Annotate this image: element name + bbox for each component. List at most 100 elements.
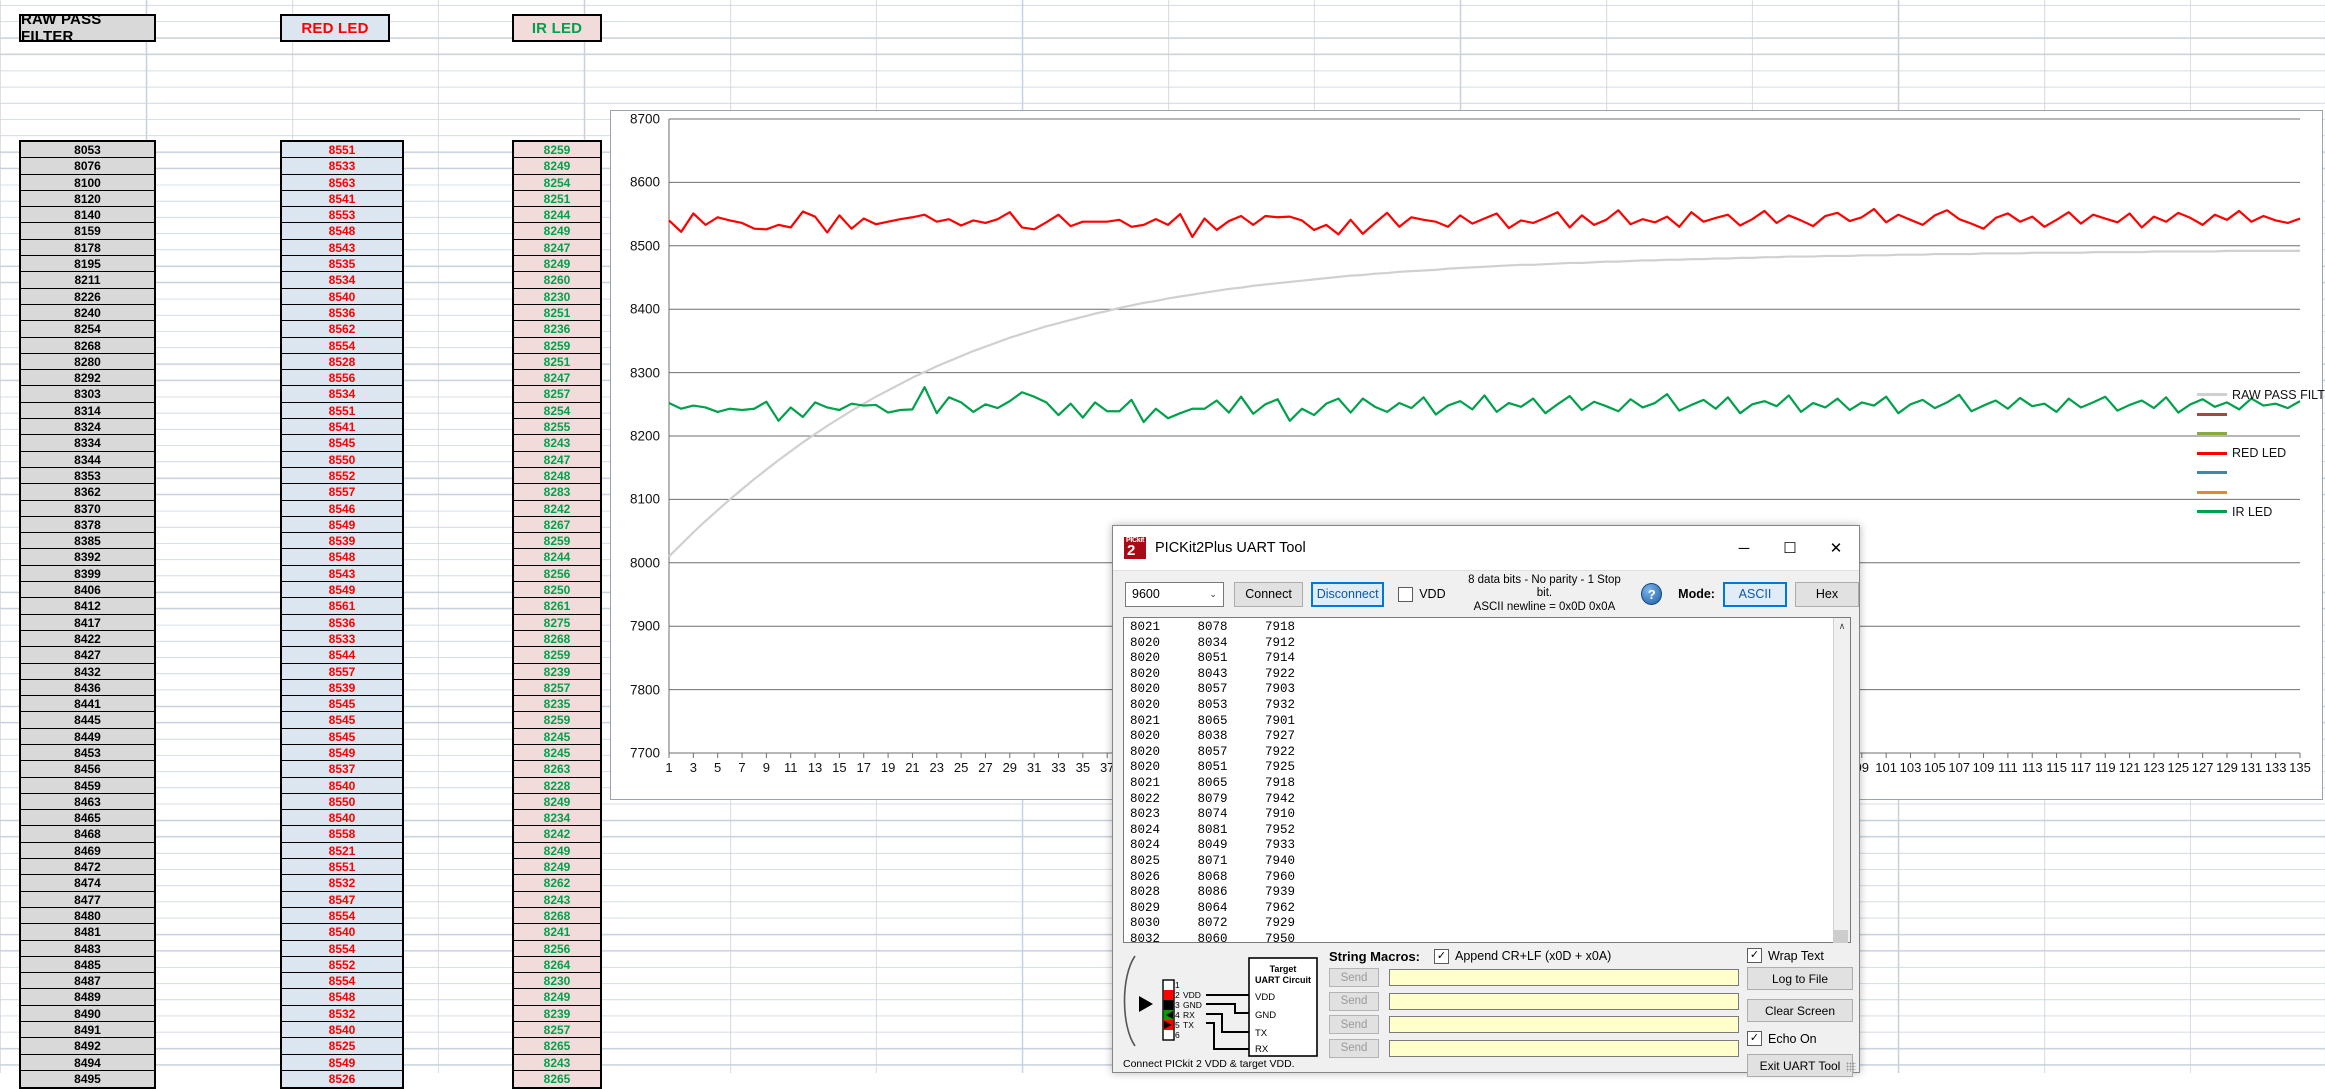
cell-red-led[interactable]: 8551	[282, 142, 402, 158]
cell-ir-led[interactable]: 8259	[514, 338, 600, 354]
cell-red-led[interactable]: 8546	[282, 501, 402, 517]
cell-red-led[interactable]: 8545	[282, 696, 402, 712]
cell-red-led[interactable]: 8547	[282, 892, 402, 908]
cell-red-led[interactable]: 8528	[282, 354, 402, 370]
cell-raw-pass-filter[interactable]: 8436	[21, 680, 154, 696]
cell-raw-pass-filter[interactable]: 8254	[21, 321, 154, 337]
cell-ir-led[interactable]: 8248	[514, 468, 600, 484]
cell-raw-pass-filter[interactable]: 8483	[21, 941, 154, 957]
cell-ir-led[interactable]: 8283	[514, 484, 600, 500]
cell-raw-pass-filter[interactable]: 8474	[21, 875, 154, 891]
cell-raw-pass-filter[interactable]: 8240	[21, 305, 154, 321]
cell-red-led[interactable]: 8539	[282, 533, 402, 549]
cell-raw-pass-filter[interactable]: 8432	[21, 664, 154, 680]
cell-raw-pass-filter[interactable]: 8292	[21, 370, 154, 386]
cell-raw-pass-filter[interactable]: 8463	[21, 794, 154, 810]
cell-red-led[interactable]: 8561	[282, 598, 402, 614]
cell-raw-pass-filter[interactable]: 8417	[21, 615, 154, 631]
cell-ir-led[interactable]: 8256	[514, 941, 600, 957]
cell-ir-led[interactable]: 8249	[514, 158, 600, 174]
cell-raw-pass-filter[interactable]: 8480	[21, 908, 154, 924]
cell-raw-pass-filter[interactable]: 8195	[21, 256, 154, 272]
close-icon[interactable]: ✕	[1813, 526, 1859, 570]
cell-ir-led[interactable]: 8249	[514, 794, 600, 810]
cell-ir-led[interactable]: 8228	[514, 778, 600, 794]
cell-raw-pass-filter[interactable]: 8468	[21, 826, 154, 842]
cell-raw-pass-filter[interactable]: 8456	[21, 761, 154, 777]
cell-ir-led[interactable]: 8239	[514, 664, 600, 680]
cell-ir-led[interactable]: 8244	[514, 549, 600, 565]
cell-raw-pass-filter[interactable]: 8485	[21, 957, 154, 973]
macro-input-3[interactable]	[1389, 1016, 1739, 1033]
cell-red-led[interactable]: 8557	[282, 484, 402, 500]
cell-ir-led[interactable]: 8268	[514, 908, 600, 924]
cell-ir-led[interactable]: 8249	[514, 859, 600, 875]
cell-raw-pass-filter[interactable]: 8140	[21, 207, 154, 223]
cell-red-led[interactable]: 8536	[282, 305, 402, 321]
cell-red-led[interactable]: 8540	[282, 289, 402, 305]
cell-red-led[interactable]: 8536	[282, 615, 402, 631]
cell-ir-led[interactable]: 8268	[514, 631, 600, 647]
cell-red-led[interactable]: 8563	[282, 175, 402, 191]
cell-raw-pass-filter[interactable]: 8494	[21, 1055, 154, 1071]
cell-raw-pass-filter[interactable]: 8492	[21, 1038, 154, 1054]
cell-raw-pass-filter[interactable]: 8353	[21, 468, 154, 484]
cell-raw-pass-filter[interactable]: 8314	[21, 403, 154, 419]
cell-red-led[interactable]: 8544	[282, 647, 402, 663]
cell-ir-led[interactable]: 8236	[514, 321, 600, 337]
cell-raw-pass-filter[interactable]: 8490	[21, 1006, 154, 1022]
send-button-1[interactable]: Send	[1329, 968, 1379, 987]
cell-ir-led[interactable]: 8257	[514, 1022, 600, 1038]
cell-raw-pass-filter[interactable]: 8120	[21, 191, 154, 207]
cell-red-led[interactable]: 8521	[282, 843, 402, 859]
cell-raw-pass-filter[interactable]: 8477	[21, 892, 154, 908]
cell-ir-led[interactable]: 8251	[514, 191, 600, 207]
cell-ir-led[interactable]: 8250	[514, 582, 600, 598]
cell-ir-led[interactable]: 8259	[514, 142, 600, 158]
mode-ascii-button[interactable]: ASCII	[1723, 582, 1787, 607]
cell-red-led[interactable]: 8551	[282, 403, 402, 419]
cell-raw-pass-filter[interactable]: 8370	[21, 501, 154, 517]
cell-raw-pass-filter[interactable]: 8378	[21, 517, 154, 533]
cell-raw-pass-filter[interactable]: 8453	[21, 745, 154, 761]
cell-red-led[interactable]: 8549	[282, 582, 402, 598]
cell-red-led[interactable]: 8552	[282, 957, 402, 973]
cell-ir-led[interactable]: 8243	[514, 435, 600, 451]
cell-red-led[interactable]: 8535	[282, 256, 402, 272]
cell-raw-pass-filter[interactable]: 8495	[21, 1071, 154, 1087]
cell-red-led[interactable]: 8534	[282, 386, 402, 402]
cell-red-led[interactable]: 8533	[282, 631, 402, 647]
cell-ir-led[interactable]: 8242	[514, 501, 600, 517]
cell-ir-led[interactable]: 8242	[514, 826, 600, 842]
cell-red-led[interactable]: 8540	[282, 810, 402, 826]
cell-red-led[interactable]: 8548	[282, 223, 402, 239]
cell-ir-led[interactable]: 8249	[514, 843, 600, 859]
cell-red-led[interactable]: 8543	[282, 240, 402, 256]
baud-rate-select[interactable]: 9600 ⌄	[1125, 582, 1224, 607]
cell-ir-led[interactable]: 8243	[514, 1055, 600, 1071]
cell-ir-led[interactable]: 8257	[514, 680, 600, 696]
cell-red-led[interactable]: 8552	[282, 468, 402, 484]
cell-ir-led[interactable]: 8247	[514, 240, 600, 256]
cell-ir-led[interactable]: 8264	[514, 957, 600, 973]
cell-ir-led[interactable]: 8249	[514, 256, 600, 272]
cell-red-led[interactable]: 8548	[282, 549, 402, 565]
cell-raw-pass-filter[interactable]: 8422	[21, 631, 154, 647]
cell-raw-pass-filter[interactable]: 8399	[21, 566, 154, 582]
cell-red-led[interactable]: 8549	[282, 517, 402, 533]
cell-red-led[interactable]: 8539	[282, 680, 402, 696]
help-icon[interactable]: ?	[1641, 583, 1662, 605]
cell-red-led[interactable]: 8558	[282, 826, 402, 842]
cell-red-led[interactable]: 8550	[282, 794, 402, 810]
mode-hex-button[interactable]: Hex	[1795, 582, 1859, 607]
cell-raw-pass-filter[interactable]: 8385	[21, 533, 154, 549]
uart-tool-window[interactable]: PICkit 2 PICKit2Plus UART Tool ─ ☐ ✕ 960…	[1112, 525, 1860, 1073]
macro-input-1[interactable]	[1389, 969, 1739, 986]
cell-red-led[interactable]: 8526	[282, 1071, 402, 1087]
cell-ir-led[interactable]: 8265	[514, 1071, 600, 1087]
cell-ir-led[interactable]: 8245	[514, 745, 600, 761]
cell-ir-led[interactable]: 8255	[514, 419, 600, 435]
cell-ir-led[interactable]: 8265	[514, 1038, 600, 1054]
cell-raw-pass-filter[interactable]: 8280	[21, 354, 154, 370]
cell-red-led[interactable]: 8554	[282, 908, 402, 924]
